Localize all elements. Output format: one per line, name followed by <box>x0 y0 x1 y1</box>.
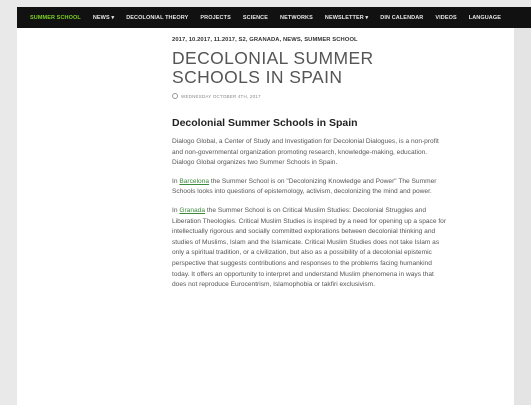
nav-newsletter[interactable]: NEWSLETTER ▾ <box>319 15 374 21</box>
post-date-text: WEDNESDAY OCTOBER 4TH, 2017 <box>181 93 261 99</box>
post-title: DECOLONIAL SUMMER SCHOOLS IN SPAIN <box>172 48 374 87</box>
nav-language[interactable]: LANGUAGE <box>463 15 507 21</box>
top-navigation-bar: SUMMER SCHOOL NEWS ▾ DECOLONIAL THEORY P… <box>17 7 531 28</box>
page-body: 2017, 10.2017, 11.2017, S2, GRANADA, NEW… <box>17 28 514 405</box>
paragraph-text: the Summer School is on Critical Muslim … <box>172 206 447 289</box>
paragraph-intro: Dialogo Global, a Center of Study and In… <box>172 138 439 167</box>
nav-projects[interactable]: PROJECTS <box>194 15 236 21</box>
paragraph-granada: In Granada the Summer School is on Criti… <box>172 206 447 291</box>
nav-networks[interactable]: NETWORKS <box>274 15 319 21</box>
nav-videos[interactable]: VIDEOS <box>429 15 462 21</box>
paragraph-barcelona: In Barcelona the Summer School is on "De… <box>172 177 447 198</box>
granada-link[interactable]: Granada <box>179 207 205 214</box>
post-categories[interactable]: 2017, 10.2017, 11.2017, S2, GRANADA, NEW… <box>172 37 447 43</box>
post-date: WEDNESDAY OCTOBER 4TH, 2017 <box>172 93 447 99</box>
nav-summer-school[interactable]: SUMMER SCHOOL <box>17 15 87 21</box>
post-heading: Decolonial Summer Schools in Spain <box>172 117 358 129</box>
nav-decolonial-theory[interactable]: DECOLONIAL THEORY <box>120 15 194 21</box>
post-content: 2017, 10.2017, 11.2017, S2, GRANADA, NEW… <box>172 37 447 291</box>
clock-icon <box>172 93 178 99</box>
nav-din-calendar[interactable]: DIN CALENDAR <box>374 15 429 21</box>
barcelona-link[interactable]: Barcelona <box>179 178 209 185</box>
right-margin <box>514 28 531 405</box>
nav-science[interactable]: SCIENCE <box>237 15 274 21</box>
paragraph-text: the Summer School is on "Decolonizing Kn… <box>172 177 437 196</box>
nav-news[interactable]: NEWS ▾ <box>87 15 120 21</box>
